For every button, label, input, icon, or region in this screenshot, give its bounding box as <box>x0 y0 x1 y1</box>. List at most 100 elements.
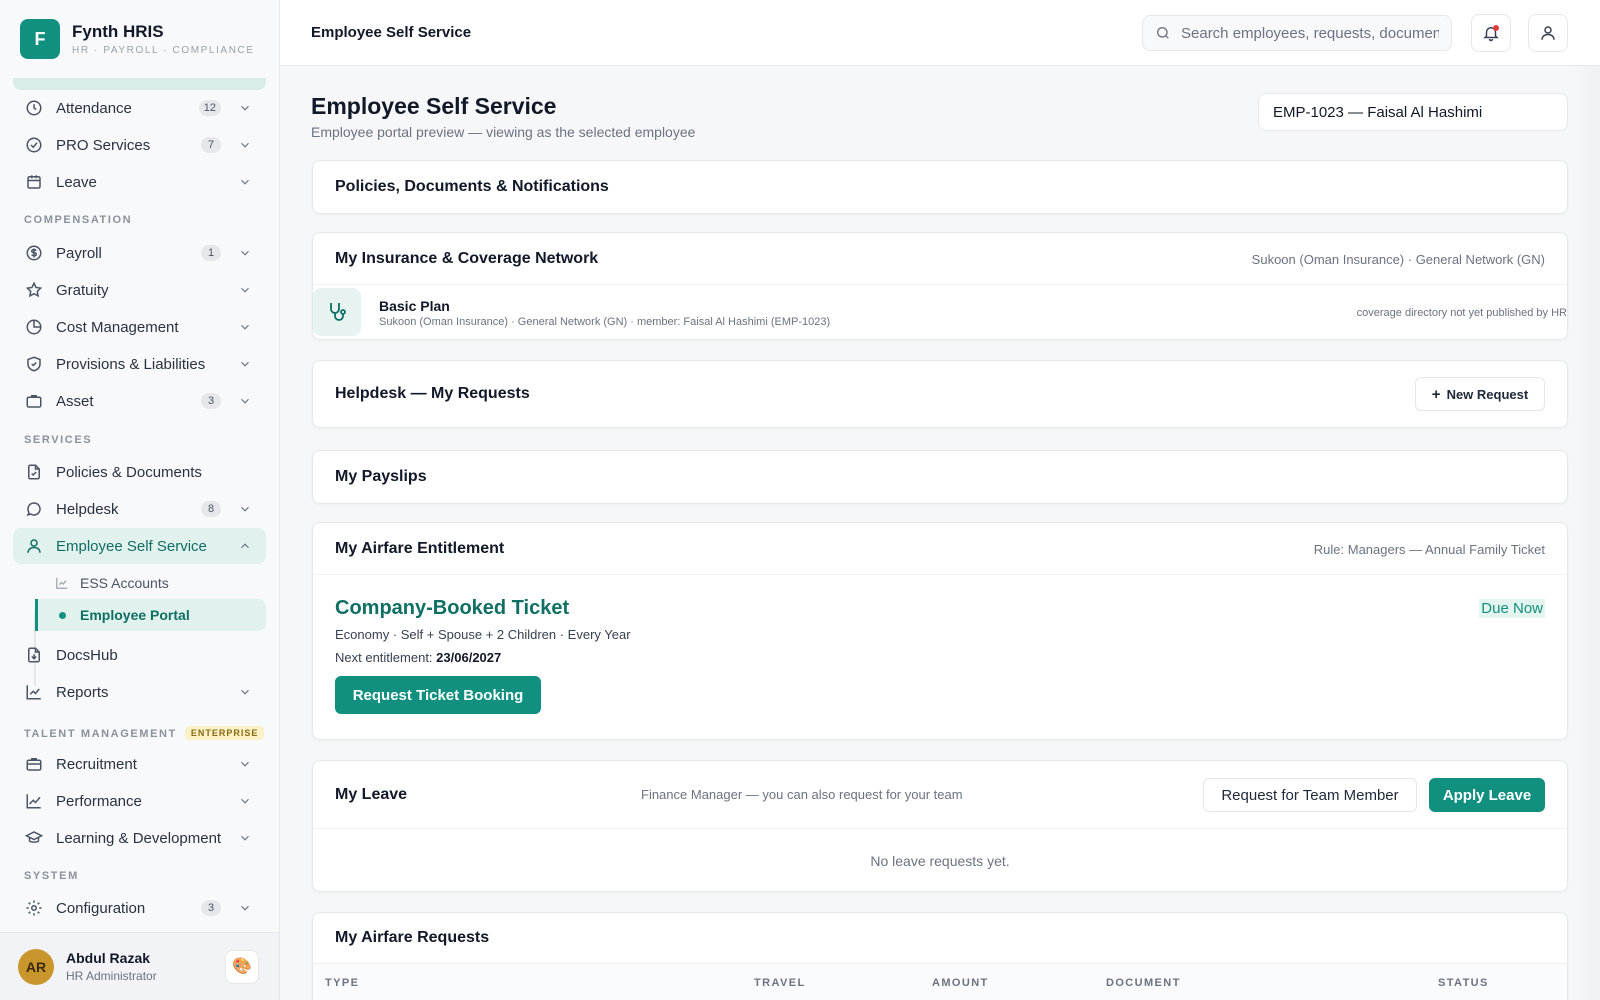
chart-icon <box>55 576 69 590</box>
sidebar-item-leave[interactable]: Leave <box>13 164 266 200</box>
shield-icon <box>25 355 43 373</box>
section-label-text: TALENT MANAGEMENT <box>24 728 177 740</box>
section-label-system: SYSTEM <box>24 870 79 882</box>
card-header: My Airfare Entitlement Rule: Managers — … <box>313 523 1567 575</box>
chevron-down-icon[interactable] <box>238 101 252 115</box>
card-title: My Insurance & Coverage Network <box>335 249 599 267</box>
chevron-down-icon[interactable] <box>238 357 252 371</box>
sidebar-item-pro-services[interactable]: PRO Services 7 <box>13 127 266 163</box>
request-for-team-member-button[interactable]: Request for Team Member <box>1203 778 1417 812</box>
user-icon <box>1541 26 1555 40</box>
card-header[interactable]: Policies, Documents & Notifications <box>313 161 1567 213</box>
user-profile[interactable]: AR Abdul Razak HR Administrator 🎨 <box>0 932 279 1000</box>
topbar-title: Employee Self Service <box>311 24 472 41</box>
sidebar-item-label: Recruitment <box>56 755 137 773</box>
card-title: My Airfare Requests <box>335 929 490 946</box>
page-subtitle: Employee portal preview — viewing as the… <box>311 124 696 140</box>
chevron-down-icon[interactable] <box>238 175 252 189</box>
column-header-travel: TRAVEL <box>754 977 806 989</box>
chevron-down-icon[interactable] <box>238 794 252 808</box>
gear-icon <box>25 899 43 917</box>
ticket-type: Company-Booked Ticket <box>335 597 570 619</box>
sidebar-item-configuration[interactable]: Configuration 3 <box>13 890 266 926</box>
briefcase-icon <box>25 392 43 410</box>
count-badge: 7 <box>201 137 221 153</box>
chevron-down-icon[interactable] <box>238 320 252 334</box>
sidebar: F Fynth HRIS HR · PAYROLL · COMPLIANCE A… <box>0 0 280 1000</box>
airfare-rule: Rule: Managers — Annual Family Ticket <box>1313 542 1545 557</box>
chevron-down-icon[interactable] <box>238 246 252 260</box>
brand-tagline: HR · PAYROLL · COMPLIANCE <box>72 45 255 56</box>
next-entitlement-date: 23/06/2027 <box>436 650 502 665</box>
star-icon <box>25 281 43 299</box>
chevron-down-icon[interactable] <box>238 138 252 152</box>
sidebar-item-asset[interactable]: Asset 3 <box>13 383 266 419</box>
section-label-compensation: COMPENSATION <box>24 214 133 226</box>
sidebar-item-label: Provisions & Liabilities <box>56 355 206 373</box>
column-header-amount: AMOUNT <box>932 977 989 989</box>
brand[interactable]: F Fynth HRIS HR · PAYROLL · COMPLIANCE <box>0 0 279 78</box>
helpdesk-card: Helpdesk — My Requests + New Request <box>312 360 1568 428</box>
airfare-requests-card: My Airfare Requests TYPE TRAVEL AMOUNT D… <box>312 912 1568 1000</box>
card-header: Helpdesk — My Requests + New Request <box>313 361 1567 427</box>
chevron-up-icon[interactable] <box>238 539 252 553</box>
insurance-provider-meta: Sukoon (Oman Insurance) · General Networ… <box>1251 252 1545 267</box>
sidebar-item-label: Asset <box>56 392 94 410</box>
theme-palette-button[interactable]: 🎨 <box>225 950 259 984</box>
stethoscope-icon <box>313 288 361 336</box>
sidebar-item-label: Learning & Development <box>56 829 222 847</box>
active-dot-icon <box>59 611 66 619</box>
graduation-cap-icon <box>25 829 43 847</box>
sidebar-item-attendance[interactable]: Attendance 12 <box>13 90 266 126</box>
sidebar-subitem-label: Employee Portal <box>80 607 190 623</box>
notifications-button[interactable] <box>1471 14 1511 52</box>
employee-select[interactable]: EMP-1023 — Faisal Al Hashimi <box>1258 93 1568 131</box>
briefcase-icon <box>25 755 43 773</box>
sidebar-item-gratuity[interactable]: Gratuity <box>13 272 266 308</box>
sidebar-item-label: DocsHub <box>56 646 118 664</box>
avatar: AR <box>18 948 54 985</box>
chevron-down-icon[interactable] <box>238 757 252 771</box>
sidebar-item-policies[interactable]: Policies & Documents <box>13 454 266 490</box>
dollar-icon <box>25 244 43 262</box>
sidebar-subitem-employee-portal[interactable]: Employee Portal <box>35 599 266 631</box>
sidebar-item-employee-self-service[interactable]: Employee Self Service <box>13 528 266 564</box>
sidebar-item-performance[interactable]: Performance <box>13 783 266 819</box>
request-ticket-booking-button[interactable]: Request Ticket Booking <box>335 676 541 714</box>
column-header-document: DOCUMENT <box>1106 977 1181 989</box>
sidebar-item-provisions[interactable]: Provisions & Liabilities <box>13 346 266 382</box>
card-header: My Leave Finance Manager — you can also … <box>313 761 1567 829</box>
sidebar-item-payroll[interactable]: Payroll 1 <box>13 235 266 271</box>
count-badge: 3 <box>201 900 221 916</box>
sidebar-item-recruitment[interactable]: Recruitment <box>13 746 266 782</box>
sidebar-item-reports[interactable]: Reports <box>13 674 266 710</box>
trend-icon <box>25 792 43 810</box>
chevron-down-icon[interactable] <box>238 502 252 516</box>
sidebar-subitem-ess-accounts[interactable]: ESS Accounts <box>35 567 266 599</box>
card-header: My Airfare Requests <box>313 913 1567 963</box>
card-header[interactable]: My Payslips <box>313 451 1567 503</box>
sidebar-subitem-label: ESS Accounts <box>80 575 169 591</box>
sidebar-item-learning[interactable]: Learning & Development <box>13 820 266 856</box>
apply-leave-button[interactable]: Apply Leave <box>1429 778 1545 812</box>
sidebar-item-label: Cost Management <box>56 318 179 336</box>
chevron-down-icon[interactable] <box>238 283 252 297</box>
sidebar-item-docshub[interactable]: DocsHub <box>13 637 266 673</box>
chevron-down-icon[interactable] <box>238 685 252 699</box>
sidebar-item-label: Policies & Documents <box>56 463 202 481</box>
sidebar-item-cost-management[interactable]: Cost Management <box>13 309 266 345</box>
insurance-card: My Insurance & Coverage Network Sukoon (… <box>312 232 1568 340</box>
count-badge: 3 <box>201 393 221 409</box>
insurance-plan-row[interactable]: Basic Plan Sukoon (Oman Insurance) · Gen… <box>313 285 1567 339</box>
sidebar-item-label: Payroll <box>56 244 102 262</box>
search-box[interactable] <box>1142 15 1452 51</box>
sidebar-item-helpdesk[interactable]: Helpdesk 8 <box>13 491 266 527</box>
chevron-down-icon[interactable] <box>238 394 252 408</box>
chevron-down-icon[interactable] <box>238 831 252 845</box>
profile-button[interactable] <box>1528 14 1568 52</box>
chevron-down-icon[interactable] <box>238 901 252 915</box>
new-request-button[interactable]: + New Request <box>1415 377 1545 411</box>
search-input[interactable] <box>1181 24 1439 42</box>
card-title: My Payslips <box>335 468 427 485</box>
search-icon <box>1157 27 1169 39</box>
